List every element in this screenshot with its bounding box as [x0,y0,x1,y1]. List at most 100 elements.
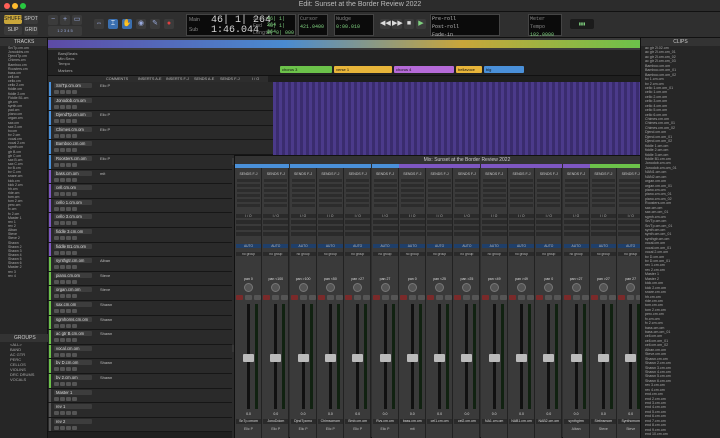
send-slot[interactable] [237,194,260,197]
pan-knob[interactable] [517,283,526,292]
solo-button[interactable] [545,295,553,300]
solo-button[interactable] [66,177,71,182]
send-slot[interactable] [564,184,588,187]
send-slot[interactable] [428,179,452,182]
send-slot[interactable] [537,194,561,197]
record-enable-button[interactable] [54,119,59,124]
mute-button[interactable] [72,177,77,182]
marker-big[interactable]: big [484,66,524,73]
send-slot[interactable] [591,199,615,202]
solo-button[interactable] [66,294,71,299]
io-selector[interactable] [454,232,480,236]
track-name-field[interactable]: cello 1.cm.om [54,199,92,205]
send-slot[interactable] [510,184,533,187]
edit-track-row[interactable]: Jonodob.cm.om [48,96,273,112]
input-monitor-button[interactable] [60,367,65,372]
io-selector[interactable] [372,220,398,224]
send-slot[interactable] [510,194,533,197]
mute-button[interactable] [417,295,425,300]
solo-button[interactable] [518,295,525,300]
pan-knob[interactable] [244,283,253,292]
send-slot[interactable] [291,184,315,187]
io-selector[interactable] [236,232,261,236]
shuffle-mode-button[interactable]: SHUFFLE [4,15,27,24]
record-enable-button[interactable] [54,206,59,211]
send-slot[interactable] [455,204,479,207]
marker-bellavoce[interactable]: bellavoce [456,66,482,73]
solo-button[interactable] [66,323,71,328]
record-enable-button[interactable] [345,295,353,300]
io-selector[interactable] [590,220,616,224]
send-slot[interactable] [373,199,397,202]
solo-button[interactable] [66,192,71,197]
send-slot[interactable] [373,194,397,197]
io-selector[interactable] [317,226,343,230]
automation-mode-selector[interactable]: AUTO [317,244,343,248]
solo-button[interactable] [66,133,71,138]
send-slot[interactable] [400,184,424,187]
solo-button[interactable] [66,396,71,401]
track-name-field[interactable]: ac gtr B.cm.om [54,331,92,337]
group-selector[interactable]: no group [290,252,316,256]
record-enable-button[interactable] [263,295,271,300]
io-selector[interactable] [563,220,589,224]
solo-button[interactable] [572,295,580,300]
send-slot[interactable] [346,179,370,182]
fast-forward-icon[interactable]: ▶▶ [392,19,403,29]
send-slot[interactable] [237,204,260,207]
selector-tool-icon[interactable]: ⌶ [108,19,118,29]
mute-button[interactable] [281,295,289,300]
send-slot[interactable] [564,194,588,197]
channel-name[interactable]: DjndTpcmo [290,419,316,424]
automation-mode-selector[interactable]: AUTO [563,244,589,248]
volume-fader-cap[interactable] [406,354,418,362]
rewind-icon[interactable]: ◀◀ [380,19,391,29]
mute-button[interactable] [363,295,371,300]
length-value[interactable]: 0| 0| 000 [267,30,294,36]
solo-button[interactable] [66,250,71,255]
group-selector[interactable]: no group [454,252,480,256]
input-monitor-button[interactable] [60,206,65,211]
volume-fader-cap[interactable] [488,354,500,362]
track-name-field[interactable]: sax.cm.om [54,302,92,307]
record-enable-button[interactable] [54,425,59,430]
mute-button[interactable] [72,206,77,211]
send-slot[interactable] [318,194,342,197]
io-selector[interactable] [454,226,480,230]
mute-button[interactable] [72,236,77,240]
mute-button[interactable] [554,295,562,300]
send-slot[interactable] [619,189,643,192]
solo-button[interactable] [408,295,416,300]
solo-button[interactable] [299,295,307,300]
track-name-field[interactable]: rev 2 [54,418,92,424]
send-slot[interactable] [400,204,424,207]
io-selector[interactable] [427,226,453,230]
record-enable-button[interactable] [54,396,59,401]
send-slot[interactable] [428,194,452,197]
record-enable-button[interactable] [54,250,59,255]
mute-button[interactable] [527,295,534,300]
volume-fader-cap[interactable] [243,354,254,362]
input-monitor-button[interactable] [60,323,65,328]
send-slot[interactable] [510,189,533,192]
send-slot[interactable] [455,179,479,182]
input-monitor-button[interactable] [60,192,65,197]
input-monitor-button[interactable] [60,411,65,416]
send-slot[interactable] [428,204,452,207]
volume-fader-cap[interactable] [516,354,527,362]
group-selector[interactable]: no group [481,252,507,256]
group-selector[interactable]: no group [427,252,453,256]
track-name-field[interactable]: Roosters.cm.om [54,156,92,161]
io-selector[interactable] [263,226,289,230]
mute-button[interactable] [72,90,77,94]
input-monitor-button[interactable] [60,396,65,401]
tempo-display[interactable]: Meter Tempo 102.0000 [528,14,562,38]
send-slot[interactable] [264,199,288,202]
solo-button[interactable] [66,309,71,313]
io-selector[interactable] [345,226,371,230]
send-slot[interactable] [510,199,533,202]
pan-knob[interactable] [271,283,281,292]
io-selector[interactable] [236,220,261,224]
group-selector[interactable]: no group [590,252,616,256]
edit-track-row[interactable]: Chimes.cm.om Elic P [48,125,273,141]
